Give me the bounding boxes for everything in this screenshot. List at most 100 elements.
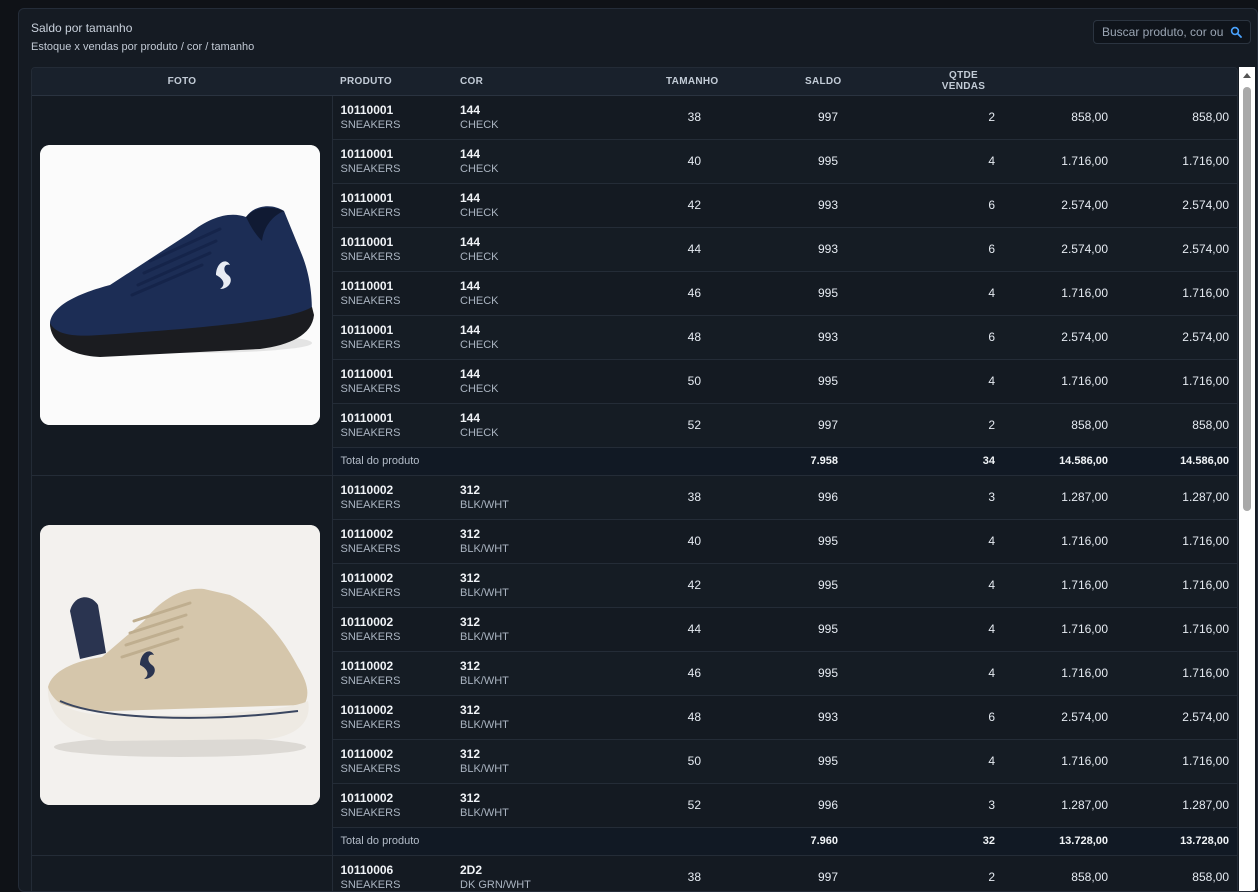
vendas-cell: 6 [846,315,1003,360]
total-valor-1: 13.728,00 [1003,827,1116,856]
total-saldo: 7.960 [709,827,846,856]
color-code: 144 [460,278,481,293]
navy-sneaker-image [40,145,320,425]
saldo-cell: 997 [709,855,846,891]
valor-1-cell: 858,00 [1003,95,1116,140]
color-cell: 312 BLK/WHT [452,607,572,652]
vendas-cell: 6 [846,695,1003,740]
search-box[interactable] [1093,20,1251,44]
search-icon[interactable] [1230,26,1242,38]
table-row[interactable]: 10110006 SNEAKERS 2D2 DK GRN/WHT 38 997 … [32,855,1237,891]
product-photo-cell [32,95,333,476]
color-cell: 312 BLK/WHT [452,475,572,520]
product-category: SNEAKERS [340,630,401,643]
vendas-cell: 4 [846,563,1003,608]
table-header: FOTO PRODUTO COR TAMANHO SALDO QTDE VEND… [32,68,1237,96]
product-code: 10110001 [340,410,394,425]
product-cell: 10110006 SNEAKERS [332,855,452,891]
color-name: CHECK [460,162,499,175]
color-code: 312 [460,526,481,541]
valor-2-cell: 2.574,00 [1116,695,1237,740]
valor-1-cell: 1.716,00 [1003,519,1116,564]
table-scrollbar[interactable] [1239,67,1255,891]
col-header-produto[interactable]: PRODUTO [332,68,452,96]
product-category: SNEAKERS [340,586,401,599]
product-code: 10110002 [340,746,394,761]
scroll-thumb[interactable] [1243,87,1251,511]
valor-1-cell: 1.716,00 [1003,139,1116,184]
col-header-tamanho[interactable]: TAMANHO [572,68,718,96]
product-code: 10110001 [340,146,394,161]
color-name: BLK/WHT [460,718,509,731]
col-header-foto[interactable]: FOTO [32,68,332,96]
total-valor-2: 13.728,00 [1116,827,1237,856]
product-code: 10110002 [340,614,394,629]
product-category: SNEAKERS [340,762,401,775]
total-label: Total do produto [332,827,572,856]
color-code: 144 [460,410,481,425]
col-header-cor[interactable]: COR [452,68,572,96]
vendas-cell: 3 [846,783,1003,828]
scroll-up-icon[interactable] [1243,73,1251,78]
product-category: SNEAKERS [340,294,401,307]
product-category: SNEAKERS [340,806,401,819]
product-cell: 10110001 SNEAKERS [332,359,452,404]
size-cell: 42 [572,183,709,228]
product-cell: 10110002 SNEAKERS [332,739,452,784]
size-cell: 52 [572,403,709,448]
product-code: 10110001 [340,234,394,249]
table-row[interactable]: 10110001 SNEAKERS 144 CHECK 38 997 2 858… [32,95,1237,476]
color-code: 312 [460,614,481,629]
total-size-cell [572,827,709,856]
color-code: 312 [460,746,481,761]
vendas-cell: 6 [846,227,1003,272]
col-header-qtde-vendas[interactable]: QTDE VENDAS [846,68,1003,96]
color-name: CHECK [460,250,499,263]
col-header-valor-1[interactable] [1003,68,1116,96]
color-cell: 312 BLK/WHT [452,739,572,784]
product-cell: 10110001 SNEAKERS [332,183,452,228]
color-cell: 144 CHECK [452,359,572,404]
color-code: 144 [460,190,481,205]
product-photo-cell [32,475,333,856]
saldo-cell: 995 [709,519,846,564]
vendas-cell: 4 [846,519,1003,564]
product-category: SNEAKERS [340,542,401,555]
vendas-cell: 4 [846,651,1003,696]
panel-subtitle: Estoque x vendas por produto / cor / tam… [31,41,255,53]
product-category: SNEAKERS [340,674,401,687]
valor-1-cell: 2.574,00 [1003,695,1116,740]
valor-2-cell: 1.716,00 [1116,519,1237,564]
size-cell: 40 [572,519,709,564]
product-category: SNEAKERS [340,426,401,439]
valor-2-cell: 858,00 [1116,403,1237,448]
col-header-valor-2[interactable] [1116,68,1237,96]
product-cell: 10110002 SNEAKERS [332,695,452,740]
table-row[interactable]: 10110002 SNEAKERS 312 BLK/WHT 38 996 3 1… [32,475,1237,856]
product-category: SNEAKERS [340,206,401,219]
saldo-cell: 997 [709,95,846,140]
panel-title: Saldo por tamanho [31,21,133,35]
valor-2-cell: 858,00 [1116,855,1237,891]
size-cell: 38 [572,475,709,520]
product-code: 10110002 [340,658,394,673]
size-cell: 44 [572,607,709,652]
search-input[interactable] [1102,25,1226,39]
size-cell: 48 [572,695,709,740]
product-code: 10110001 [340,190,394,205]
valor-1-cell: 1.716,00 [1003,563,1116,608]
valor-1-cell: 1.716,00 [1003,607,1116,652]
product-cell: 10110001 SNEAKERS [332,227,452,272]
product-code: 10110002 [340,570,394,585]
saldo-cell: 993 [709,695,846,740]
product-category: SNEAKERS [340,250,401,263]
size-cell: 38 [572,95,709,140]
saldo-cell: 993 [709,227,846,272]
col-header-saldo[interactable]: SALDO [709,68,846,96]
valor-1-cell: 1.716,00 [1003,739,1116,784]
color-cell: 144 CHECK [452,271,572,316]
vendas-cell: 4 [846,359,1003,404]
product-cell: 10110002 SNEAKERS [332,783,452,828]
product-category: SNEAKERS [340,338,401,351]
saldo-cell: 993 [709,183,846,228]
